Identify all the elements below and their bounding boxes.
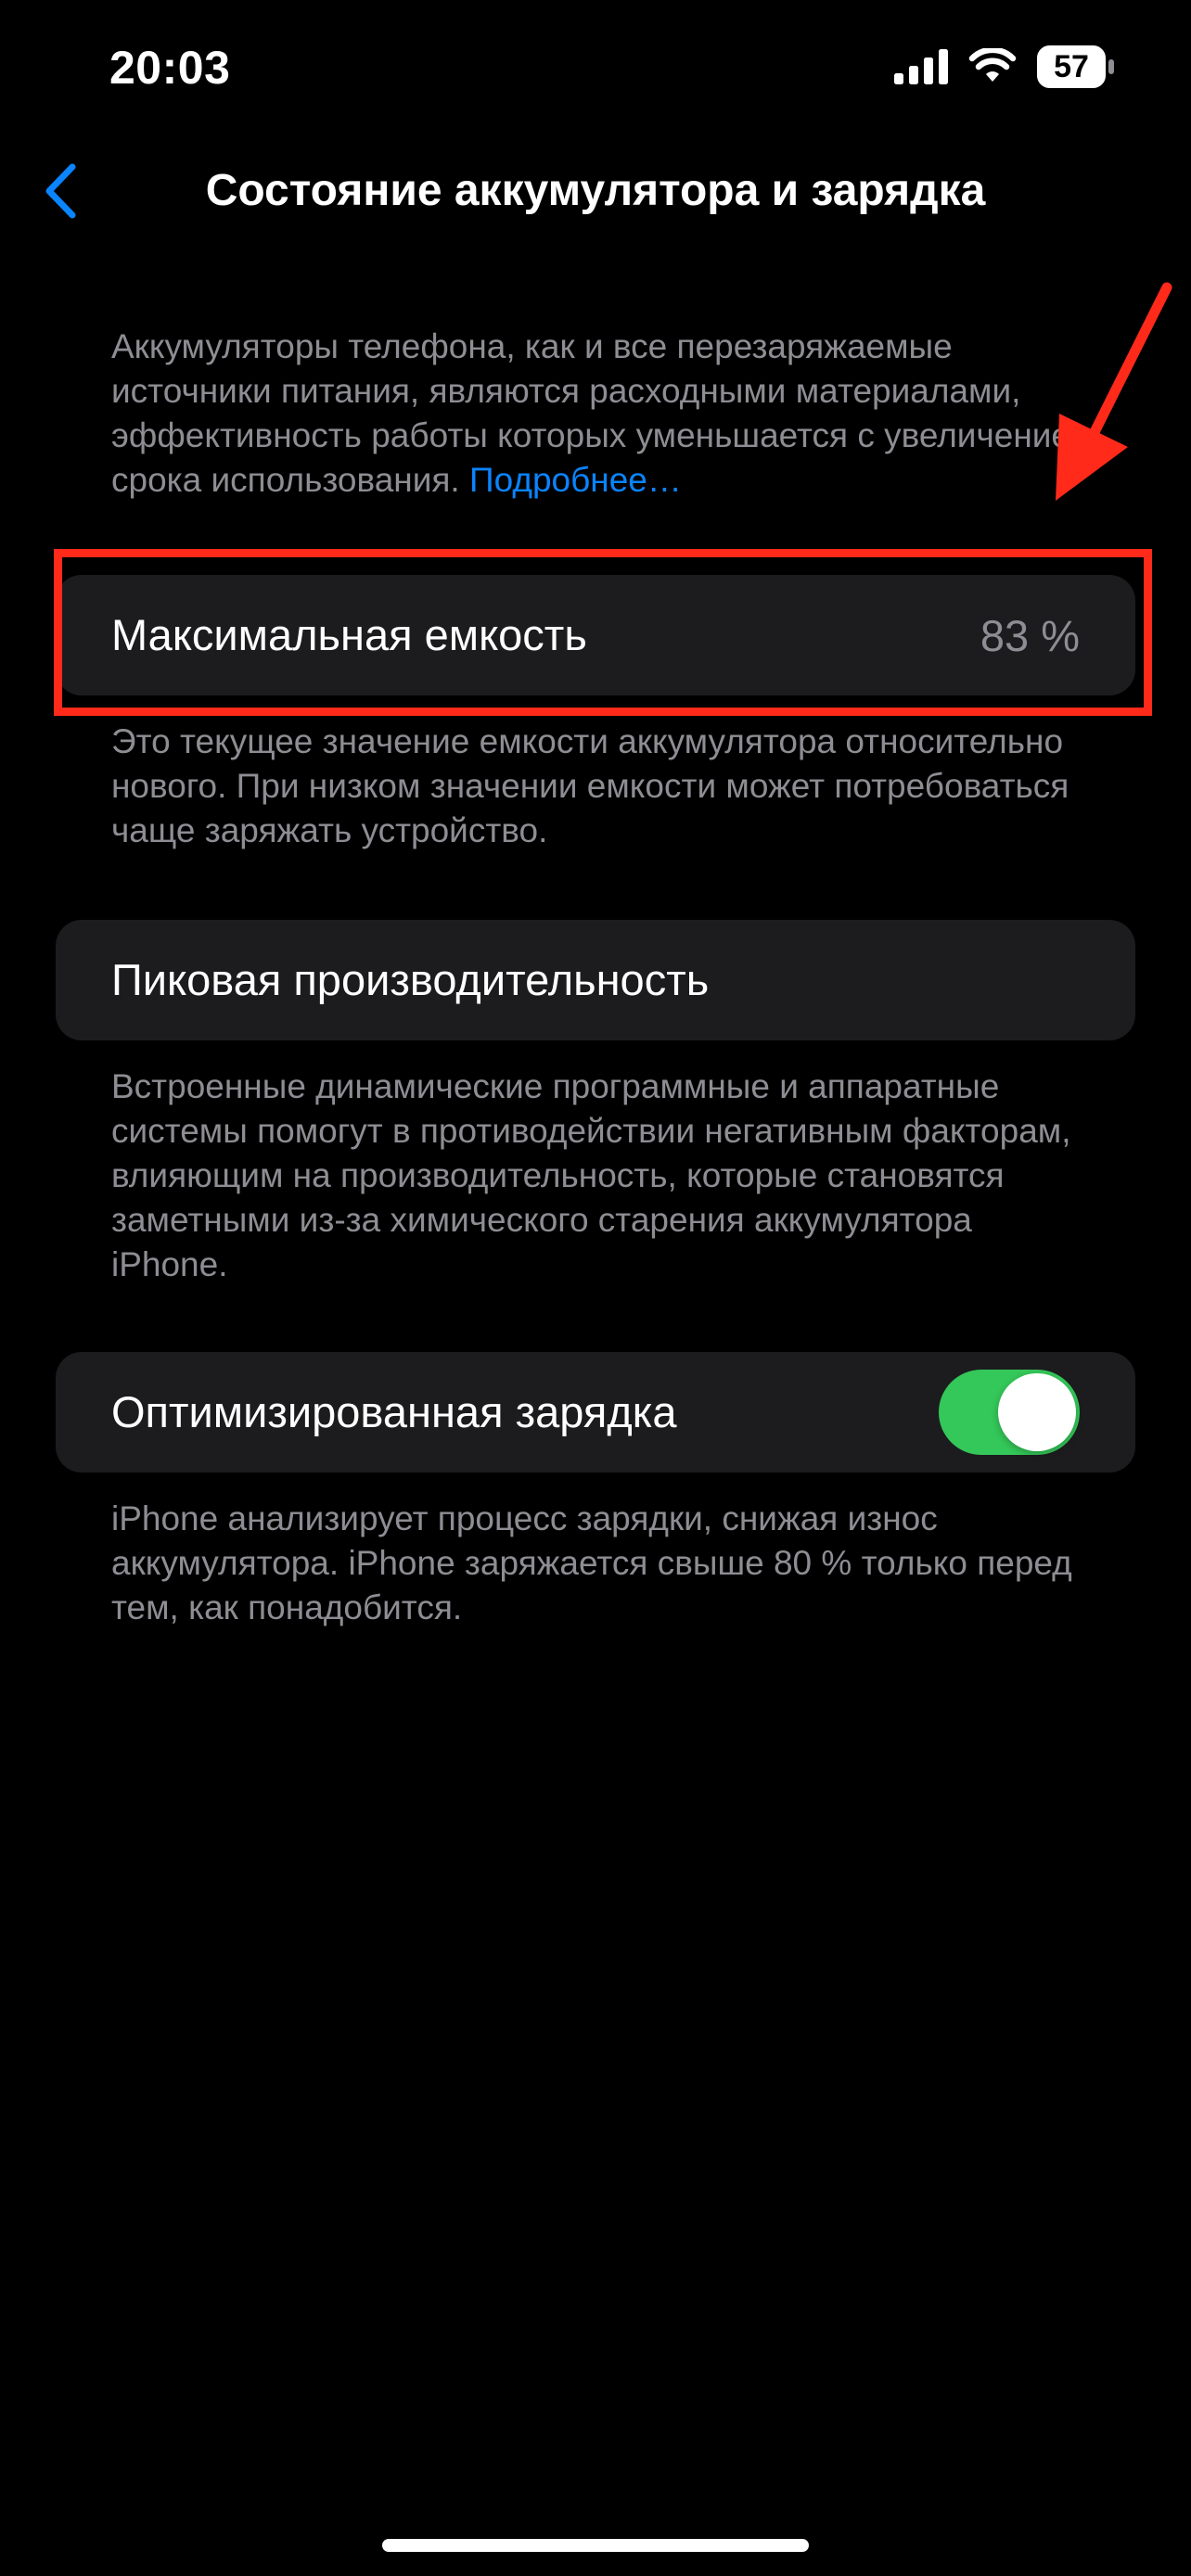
max-capacity-value: 83 % <box>980 610 1080 660</box>
status-time: 20:03 <box>109 42 231 94</box>
home-indicator <box>382 2539 809 2552</box>
wifi-icon <box>968 48 1017 85</box>
toggle-knob <box>998 1373 1076 1451</box>
max-capacity-footnote: Это текущее значение емкости аккумулятор… <box>111 722 1069 849</box>
max-capacity-label: Максимальная емкость <box>111 610 587 659</box>
optimized-charging-toggle[interactable] <box>939 1370 1080 1455</box>
peak-performance-footnote: Встроенные динамические программные и ап… <box>111 1067 1071 1283</box>
learn-more-link[interactable]: Подробнее… <box>469 461 682 499</box>
peak-performance-label: Пиковая производительность <box>111 955 710 1004</box>
battery-icon: 57 <box>1037 45 1115 88</box>
optimized-charging-cell: Оптимизированная зарядка <box>56 1352 1135 1473</box>
optimized-charging-label: Оптимизированная зарядка <box>111 1387 677 1436</box>
signal-icon <box>894 49 948 84</box>
peak-performance-cell[interactable]: Пиковая производительность <box>56 920 1135 1040</box>
optimized-charging-footnote: iPhone анализирует процесс зарядки, сниж… <box>111 1499 1072 1626</box>
max-capacity-cell: Максимальная емкость 83 % <box>56 575 1135 695</box>
page-title: Состояние аккумулятора и зарядка <box>205 166 986 215</box>
battery-level: 57 <box>1054 48 1089 84</box>
intro-text: Аккумуляторы телефона, как и все перезар… <box>111 325 1095 503</box>
status-icons: 57 <box>894 41 1115 93</box>
